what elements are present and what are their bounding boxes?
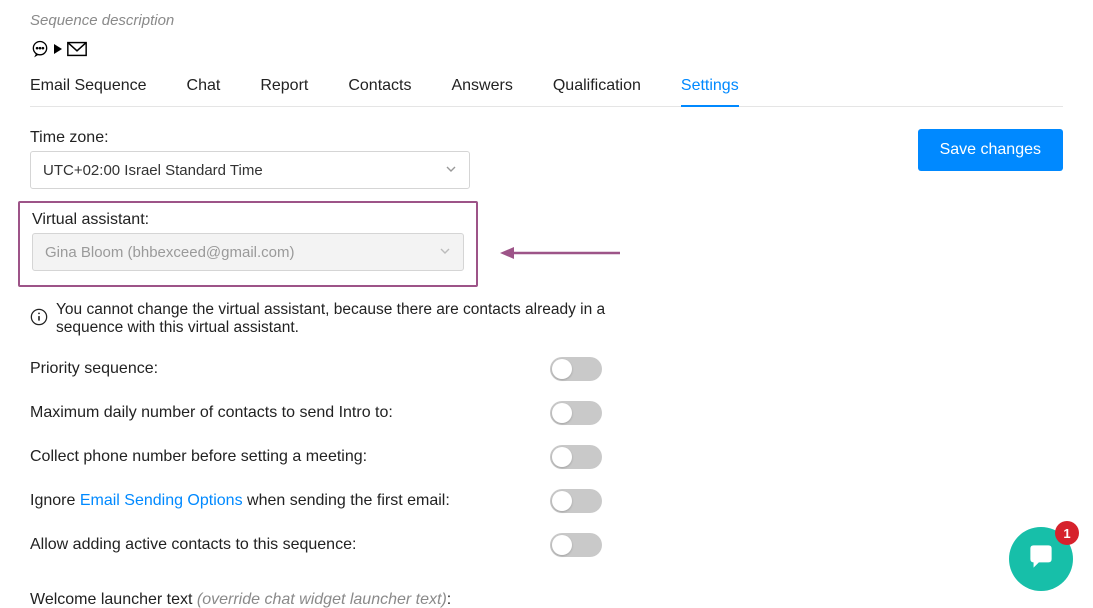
virtual-assistant-select: Gina Bloom (bhbexceed@gmail.com) bbox=[32, 233, 464, 271]
tab-settings[interactable]: Settings bbox=[681, 71, 739, 107]
welcome-label-text: Welcome launcher text bbox=[30, 591, 197, 608]
sequence-description[interactable]: Sequence description bbox=[30, 12, 1063, 29]
virtual-assistant-info: You cannot change the virtual assistant,… bbox=[30, 301, 650, 337]
save-changes-button[interactable]: Save changes bbox=[918, 129, 1063, 171]
welcome-colon: : bbox=[447, 591, 451, 608]
chat-widget-button[interactable]: 1 bbox=[1009, 527, 1073, 591]
virtual-assistant-highlight: Virtual assistant: Gina Bloom (bhbexceed… bbox=[18, 201, 478, 287]
timezone-value: UTC+02:00 Israel Standard Time bbox=[43, 162, 263, 179]
max-daily-toggle[interactable] bbox=[550, 401, 602, 425]
tab-answers[interactable]: Answers bbox=[451, 71, 512, 107]
allow-adding-label: Allow adding active contacts to this seq… bbox=[30, 536, 550, 554]
tabs-bar: Email Sequence Chat Report Contacts Answ… bbox=[30, 71, 1063, 107]
timezone-select[interactable]: UTC+02:00 Israel Standard Time bbox=[30, 151, 470, 189]
ignore-email-options-label: Ignore Email Sending Options when sendin… bbox=[30, 492, 550, 510]
welcome-hint-text: (override chat widget launcher text) bbox=[197, 591, 447, 608]
tab-report[interactable]: Report bbox=[260, 71, 308, 107]
chevron-down-icon bbox=[445, 162, 457, 179]
chat-widget-badge: 1 bbox=[1055, 521, 1079, 545]
arrow-step-icon bbox=[52, 39, 64, 59]
sequence-step-icons bbox=[30, 39, 1063, 59]
chevron-down-icon bbox=[439, 244, 451, 261]
allow-adding-toggle[interactable] bbox=[550, 533, 602, 557]
ignore-post-text: when sending the first email: bbox=[243, 492, 450, 509]
tab-qualification[interactable]: Qualification bbox=[553, 71, 641, 107]
tab-chat[interactable]: Chat bbox=[187, 71, 221, 107]
email-step-icon bbox=[66, 39, 88, 59]
annotation-arrow-icon bbox=[500, 243, 620, 268]
ignore-pre-text: Ignore bbox=[30, 492, 80, 509]
tab-contacts[interactable]: Contacts bbox=[348, 71, 411, 107]
chat-step-icon bbox=[30, 39, 50, 59]
virtual-assistant-value: Gina Bloom (bhbexceed@gmail.com) bbox=[45, 244, 295, 261]
chat-message-icon bbox=[1024, 540, 1058, 579]
virtual-assistant-label: Virtual assistant: bbox=[32, 211, 464, 229]
ignore-email-options-toggle[interactable] bbox=[550, 489, 602, 513]
tab-email-sequence[interactable]: Email Sequence bbox=[30, 71, 147, 107]
timezone-label: Time zone: bbox=[30, 129, 650, 147]
collect-phone-label: Collect phone number before setting a me… bbox=[30, 448, 550, 466]
virtual-assistant-info-text: You cannot change the virtual assistant,… bbox=[56, 301, 650, 337]
info-icon bbox=[30, 308, 48, 331]
email-sending-options-link[interactable]: Email Sending Options bbox=[80, 492, 243, 509]
max-daily-label: Maximum daily number of contacts to send… bbox=[30, 404, 550, 422]
priority-sequence-toggle[interactable] bbox=[550, 357, 602, 381]
welcome-launcher-label: Welcome launcher text (override chat wid… bbox=[30, 591, 1063, 608]
collect-phone-toggle[interactable] bbox=[550, 445, 602, 469]
priority-sequence-label: Priority sequence: bbox=[30, 360, 550, 378]
